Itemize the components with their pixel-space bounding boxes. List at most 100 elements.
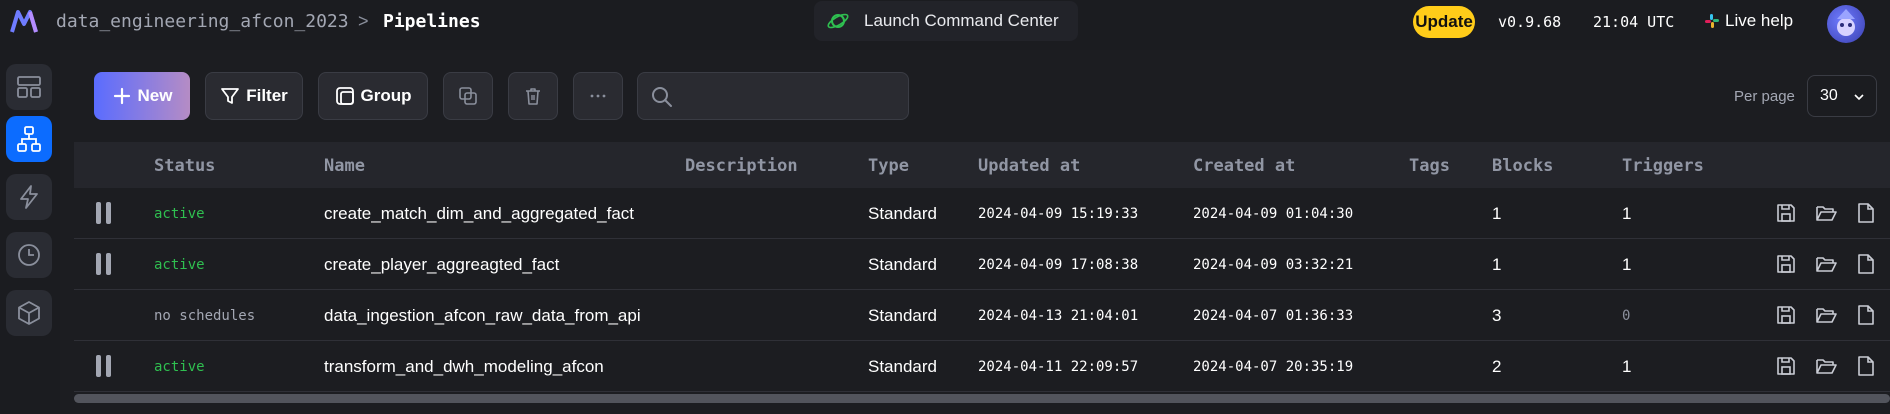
pipeline-created-at: 2024-04-07 20:35:19 — [1193, 359, 1354, 375]
per-page-select[interactable]: 30 — [1807, 75, 1877, 117]
group-button[interactable]: Group — [318, 72, 428, 120]
pipeline-updated-at: 2024-04-09 17:08:38 — [978, 257, 1139, 273]
file-icon[interactable] — [1854, 354, 1878, 378]
pause-icon[interactable] — [96, 355, 112, 377]
table-header-row: Status Name Description Type Updated at … — [74, 142, 1890, 188]
pipeline-updated-at: 2024-04-09 15:19:33 — [978, 206, 1139, 222]
avatar-image-icon — [1837, 9, 1855, 36]
more-actions-button[interactable] — [573, 72, 623, 120]
pipeline-created-at: 2024-04-09 01:04:30 — [1193, 206, 1354, 222]
pipeline-name-link[interactable]: create_match_dim_and_aggregated_fact — [324, 204, 634, 224]
group-button-label: Group — [360, 86, 412, 105]
delete-button[interactable] — [508, 72, 558, 120]
column-header-type[interactable]: Type — [868, 156, 909, 176]
sidebar-item-runs[interactable] — [6, 232, 52, 278]
folder-open-icon[interactable] — [1814, 303, 1838, 327]
filter-button[interactable]: Filter — [205, 72, 303, 120]
pipeline-name-link[interactable]: data_ingestion_afcon_raw_data_from_api — [324, 306, 641, 326]
pipeline-type: Standard — [868, 306, 937, 325]
filter-button-label: Filter — [246, 86, 288, 105]
column-header-status[interactable]: Status — [154, 156, 215, 176]
sidebar-item-triggers[interactable] — [6, 174, 52, 220]
update-button[interactable]: Update — [1413, 6, 1475, 38]
sidebar-item-overview[interactable] — [6, 64, 52, 110]
pipeline-triggers-count: 1 — [1622, 204, 1632, 223]
pipeline-name-link[interactable]: transform_and_dwh_modeling_afcon — [324, 357, 604, 377]
table-row[interactable]: active create_match_dim_and_aggregated_f… — [74, 188, 1890, 239]
mage-logo-icon[interactable] — [10, 8, 38, 36]
pause-icon[interactable] — [96, 253, 112, 275]
file-icon[interactable] — [1854, 201, 1878, 225]
planet-icon — [827, 13, 849, 29]
save-icon[interactable] — [1774, 252, 1798, 276]
page-title: Pipelines — [383, 11, 481, 32]
search-icon — [652, 87, 672, 107]
file-icon[interactable] — [1854, 252, 1878, 276]
pipeline-name-link[interactable]: create_player_aggreagted_fact — [324, 255, 559, 275]
trash-icon — [526, 88, 540, 105]
column-header-name[interactable]: Name — [324, 156, 365, 176]
save-icon[interactable] — [1774, 303, 1798, 327]
table-row[interactable]: active create_player_aggreagted_fact Sta… — [74, 239, 1890, 290]
table-row[interactable]: active transform_and_dwh_modeling_afcon … — [74, 341, 1890, 392]
folder-open-icon[interactable] — [1814, 252, 1838, 276]
pipeline-type: Standard — [868, 255, 937, 274]
save-icon[interactable] — [1774, 354, 1798, 378]
pipeline-tree-icon — [17, 126, 41, 152]
clone-button[interactable] — [443, 72, 493, 120]
pipeline-type: Standard — [868, 357, 937, 376]
launch-command-center-label: Launch Command Center — [864, 11, 1059, 30]
table-row[interactable]: no schedules data_ingestion_afcon_raw_da… — [74, 290, 1890, 341]
chevron-down-icon — [1854, 94, 1864, 101]
pipeline-created-at: 2024-04-07 01:36:33 — [1193, 308, 1354, 324]
save-icon[interactable] — [1774, 201, 1798, 225]
pipeline-triggers-count: 1 — [1622, 255, 1632, 274]
breadcrumb-separator: > — [358, 11, 369, 31]
plus-icon — [113, 87, 130, 105]
cube-icon — [18, 301, 40, 325]
column-header-blocks[interactable]: Blocks — [1492, 156, 1553, 176]
more-dots-icon — [590, 94, 606, 98]
top-header: data_engineering_afcon_2023 > Pipelines … — [0, 0, 1890, 50]
column-header-updated-at[interactable]: Updated at — [978, 156, 1080, 176]
new-pipeline-button[interactable]: New — [94, 72, 190, 120]
pipeline-status: no schedules — [154, 308, 256, 324]
live-help-link[interactable]: Live help — [1705, 11, 1793, 31]
sidebar-item-blocks[interactable] — [6, 290, 52, 336]
group-icon — [335, 87, 354, 105]
left-sidebar — [0, 50, 60, 414]
pipeline-updated-at: 2024-04-13 21:04:01 — [978, 308, 1139, 324]
scrollbar-thumb[interactable] — [74, 394, 1890, 403]
column-header-created-at[interactable]: Created at — [1193, 156, 1295, 176]
clock-label: 21:04 UTC — [1593, 13, 1675, 31]
pipeline-status: active — [154, 257, 205, 273]
sidebar-item-pipelines[interactable] — [6, 116, 52, 162]
per-page-value: 30 — [1820, 87, 1838, 104]
horizontal-scrollbar[interactable] — [74, 392, 1890, 404]
pipeline-triggers-count: 1 — [1622, 357, 1632, 376]
file-icon[interactable] — [1854, 303, 1878, 327]
pause-icon[interactable] — [96, 202, 112, 224]
breadcrumb-project[interactable]: data_engineering_afcon_2023 — [56, 11, 349, 32]
pipeline-type: Standard — [868, 204, 937, 223]
launch-command-center-button[interactable]: Launch Command Center — [814, 1, 1078, 41]
column-header-tags: Tags — [1409, 156, 1450, 176]
per-page-label: Per page — [1734, 88, 1795, 105]
search-field[interactable] — [637, 72, 909, 120]
pipeline-status: active — [154, 359, 205, 375]
pipeline-blocks-count: 1 — [1492, 204, 1502, 223]
search-input[interactable] — [684, 81, 900, 111]
pipeline-triggers-count: 0 — [1622, 308, 1631, 324]
pipeline-blocks-count: 1 — [1492, 255, 1502, 274]
column-header-triggers[interactable]: Triggers — [1622, 156, 1704, 176]
live-help-label: Live help — [1725, 11, 1794, 30]
main-content: New Filter Group Per page 30 Status Name… — [60, 50, 1890, 414]
new-button-label: New — [137, 86, 173, 105]
folder-open-icon[interactable] — [1814, 201, 1838, 225]
user-avatar[interactable] — [1827, 5, 1865, 43]
folder-open-icon[interactable] — [1814, 354, 1838, 378]
copy-icon — [459, 87, 477, 105]
pipeline-blocks-count: 3 — [1492, 306, 1502, 325]
lightning-icon — [20, 185, 38, 209]
pipelines-toolbar: New Filter Group Per page 30 — [60, 50, 1890, 142]
